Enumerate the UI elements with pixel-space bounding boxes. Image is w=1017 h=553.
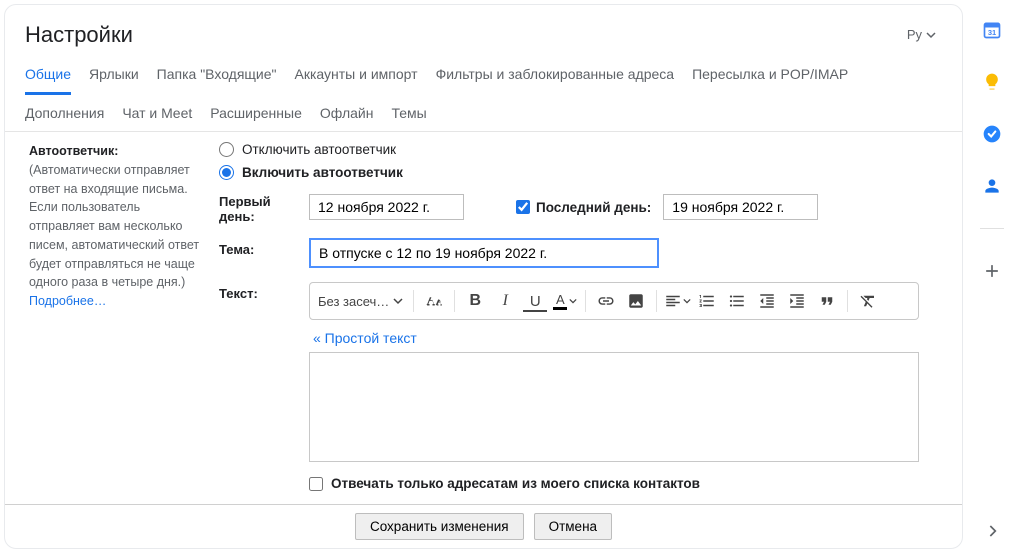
autoresponder-off-label: Отключить автоответчик bbox=[242, 142, 396, 157]
italic-button[interactable]: I bbox=[491, 287, 519, 315]
indent-decrease-icon bbox=[758, 292, 776, 310]
clear-format-icon bbox=[859, 292, 877, 310]
contacts-only-label: Отвечать только адресатам из моего списк… bbox=[331, 476, 700, 491]
insert-image-button[interactable] bbox=[622, 287, 650, 315]
chevron-down-icon bbox=[393, 296, 403, 306]
autoresponder-description: (Автоматически отправляет ответ на входя… bbox=[29, 163, 199, 290]
calendar-app-icon[interactable]: 31 bbox=[982, 20, 1002, 40]
chevron-down-icon bbox=[569, 292, 577, 310]
last-day-input[interactable] bbox=[663, 194, 818, 220]
settings-footer: Сохранить изменения Отмена bbox=[5, 504, 962, 548]
settings-tabs: Общие Ярлыки Папка "Входящие" Аккаунты и… bbox=[5, 52, 962, 132]
page-title: Настройки bbox=[25, 22, 901, 48]
autoresponder-off-radio[interactable] bbox=[219, 142, 234, 157]
subject-input[interactable] bbox=[309, 238, 659, 268]
list-bulleted-icon bbox=[728, 292, 746, 310]
last-day-checkbox[interactable] bbox=[516, 200, 530, 214]
quote-button[interactable] bbox=[813, 287, 841, 315]
bullet-list-button[interactable] bbox=[723, 287, 751, 315]
get-addons-icon[interactable] bbox=[982, 261, 1002, 281]
svg-text:31: 31 bbox=[988, 28, 996, 37]
text-size-icon bbox=[425, 292, 443, 310]
input-language-switch[interactable]: Ру bbox=[901, 21, 942, 48]
autoresponder-on-label: Включить автоответчик bbox=[242, 165, 403, 180]
align-left-icon bbox=[664, 292, 682, 310]
font-size-button[interactable] bbox=[420, 287, 448, 315]
link-icon bbox=[597, 292, 615, 310]
image-icon bbox=[627, 292, 645, 310]
list-numbered-icon bbox=[698, 292, 716, 310]
quote-icon bbox=[818, 292, 836, 310]
editor-toolbar: Без засеч… B I U A bbox=[309, 282, 919, 320]
contacts-only-checkbox[interactable] bbox=[309, 477, 323, 491]
section-description: Автоответчик: (Автоматически отправляет … bbox=[29, 142, 209, 504]
autoresponder-on-radio[interactable] bbox=[219, 165, 234, 180]
text-label: Текст: bbox=[219, 282, 299, 491]
message-body-editor[interactable] bbox=[309, 352, 919, 462]
side-panel: 31 bbox=[967, 0, 1017, 553]
tasks-app-icon[interactable] bbox=[982, 124, 1002, 144]
chevron-down-icon bbox=[926, 30, 936, 40]
underline-button[interactable]: U bbox=[521, 287, 549, 315]
tab-offline[interactable]: Офлайн bbox=[320, 99, 374, 131]
last-day-label: Последний день: bbox=[536, 200, 651, 215]
indent-less-button[interactable] bbox=[753, 287, 781, 315]
text-color-button[interactable]: A bbox=[551, 287, 579, 315]
insert-link-button[interactable] bbox=[592, 287, 620, 315]
keep-app-icon[interactable] bbox=[982, 72, 1002, 92]
tab-forwarding[interactable]: Пересылка и POP/IMAP bbox=[692, 60, 848, 95]
first-day-label: Первый день: bbox=[219, 190, 299, 224]
bold-button[interactable]: B bbox=[461, 287, 489, 315]
numbered-list-button[interactable] bbox=[693, 287, 721, 315]
input-language-label: Ру bbox=[907, 27, 922, 42]
tab-accounts[interactable]: Аккаунты и импорт bbox=[295, 60, 418, 95]
cancel-button[interactable]: Отмена bbox=[534, 513, 612, 540]
subject-label: Тема: bbox=[219, 238, 299, 268]
tab-inbox[interactable]: Папка "Входящие" bbox=[157, 60, 277, 95]
plain-text-link[interactable]: « Простой текст bbox=[313, 330, 417, 346]
tab-addons[interactable]: Дополнения bbox=[25, 99, 104, 131]
tab-filters[interactable]: Фильтры и заблокированные адреса bbox=[436, 60, 675, 95]
tab-advanced[interactable]: Расширенные bbox=[210, 99, 302, 131]
learn-more-link[interactable]: Подробнее… bbox=[29, 294, 106, 308]
save-button[interactable]: Сохранить изменения bbox=[355, 513, 524, 540]
collapse-sidepanel-icon[interactable] bbox=[980, 519, 1004, 543]
first-day-input[interactable] bbox=[309, 194, 464, 220]
align-button[interactable] bbox=[663, 287, 691, 315]
tab-themes[interactable]: Темы bbox=[391, 99, 426, 131]
indent-more-button[interactable] bbox=[783, 287, 811, 315]
font-family-select[interactable]: Без засеч… bbox=[318, 287, 407, 315]
remove-formatting-button[interactable] bbox=[854, 287, 882, 315]
tab-labels[interactable]: Ярлыки bbox=[89, 60, 139, 95]
chevron-down-icon bbox=[683, 292, 691, 310]
tab-general[interactable]: Общие bbox=[25, 60, 71, 95]
autoresponder-title: Автоответчик: bbox=[29, 144, 118, 158]
tab-chat[interactable]: Чат и Meet bbox=[122, 99, 192, 131]
settings-header: Настройки Ру bbox=[5, 5, 962, 52]
indent-increase-icon bbox=[788, 292, 806, 310]
contacts-app-icon[interactable] bbox=[982, 176, 1002, 196]
